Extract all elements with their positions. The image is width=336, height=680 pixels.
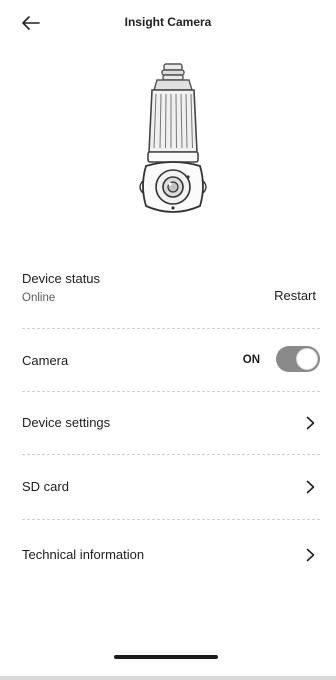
device-status-row: Device status Online Restart: [22, 262, 320, 329]
device-status-label: Device status: [22, 271, 101, 286]
menu-item-sd-card[interactable]: SD card: [22, 455, 320, 520]
chevron-right-icon: [304, 415, 316, 431]
bottom-divider: [0, 676, 336, 680]
home-indicator: [114, 655, 218, 659]
camera-status-text: ON: [242, 354, 260, 366]
menu-item-technical-information[interactable]: Technical information: [22, 520, 320, 584]
menu-item-label: Technical information: [22, 547, 145, 562]
menu-item-label: SD card: [22, 479, 69, 494]
restart-button[interactable]: Restart: [274, 288, 316, 303]
chevron-right-icon: [304, 479, 316, 495]
header-bar: Insight Camera: [0, 0, 336, 46]
chevron-right-icon: [304, 547, 316, 563]
toggle-knob: [296, 348, 318, 370]
camera-row: Camera ON: [22, 329, 320, 392]
menu-item-label: Device settings: [22, 415, 111, 430]
camera-toggle[interactable]: [276, 346, 320, 372]
device-status-value: Online: [22, 292, 56, 304]
page-title: Insight Camera: [124, 15, 212, 29]
menu-item-device-settings[interactable]: Device settings: [22, 392, 320, 455]
camera-label: Camera: [22, 353, 69, 368]
bulb-camera-image: [139, 63, 207, 213]
